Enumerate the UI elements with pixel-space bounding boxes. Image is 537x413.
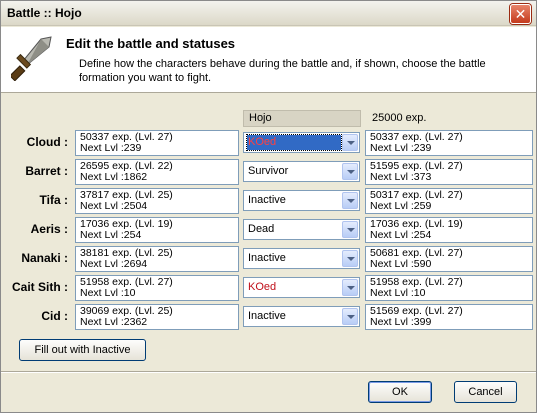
exp-reward-header: 25000 exp. <box>372 112 427 124</box>
header-panel: Edit the battle and statuses Define how … <box>1 27 536 93</box>
next-level-after: Next Lvl :590 <box>370 258 432 270</box>
status-value: KOed <box>246 134 342 151</box>
next-level-before: Next Lvl :2504 <box>80 200 148 212</box>
exp-before-box: 39069 exp. (Lvl. 25) Next Lvl :2362 <box>75 304 239 330</box>
exp-after-box: 51958 exp. (Lvl. 27) Next Lvl :10 <box>365 275 533 301</box>
window-title: Battle :: Hojo <box>7 6 82 20</box>
chevron-down-icon[interactable] <box>342 250 358 267</box>
next-level-before: Next Lvl :2694 <box>80 258 148 270</box>
next-level-after: Next Lvl :259 <box>370 200 432 212</box>
character-name: Barret : <box>25 164 68 178</box>
exp-before-box: 37817 exp. (Lvl. 25) Next Lvl :2504 <box>75 188 239 214</box>
close-button[interactable]: ✕ <box>510 4 531 24</box>
exp-before-box: 17036 exp. (Lvl. 19) Next Lvl :254 <box>75 217 239 243</box>
header-description: Define how the characters behave during … <box>79 58 486 84</box>
exp-after-box: 51595 exp. (Lvl. 27) Next Lvl :373 <box>365 159 533 185</box>
status-select[interactable]: KOed <box>243 277 360 298</box>
cancel-button[interactable]: Cancel <box>454 381 517 403</box>
exp-before-box: 50337 exp. (Lvl. 27) Next Lvl :239 <box>75 130 239 156</box>
exp-after-box: 51569 exp. (Lvl. 27) Next Lvl :399 <box>365 304 533 330</box>
next-level-after: Next Lvl :10 <box>370 287 426 299</box>
character-name: Cloud : <box>26 135 68 149</box>
status-value: Inactive <box>248 252 286 264</box>
next-level-before: Next Lvl :2362 <box>80 316 148 328</box>
fill-inactive-button[interactable]: Fill out with Inactive <box>19 339 146 361</box>
title-bar[interactable]: Battle :: Hojo ✕ <box>1 1 536 26</box>
character-name: Cait Sith : <box>12 280 68 294</box>
chevron-down-icon[interactable] <box>342 134 358 151</box>
character-name: Nanaki : <box>21 251 68 265</box>
exp-before-box: 38181 exp. (Lvl. 25) Next Lvl :2694 <box>75 246 239 272</box>
status-value: KOed <box>248 281 277 293</box>
exp-before-box: 26595 exp. (Lvl. 22) Next Lvl :1862 <box>75 159 239 185</box>
battle-name-header: Hojo <box>243 110 361 127</box>
chevron-down-icon[interactable] <box>342 192 358 209</box>
status-select[interactable]: Inactive <box>243 248 360 269</box>
character-name: Aeris : <box>30 222 68 236</box>
header-title: Edit the battle and statuses <box>66 36 236 51</box>
close-icon: ✕ <box>514 6 527 22</box>
next-level-after: Next Lvl :239 <box>370 142 432 154</box>
chevron-down-icon[interactable] <box>342 163 358 180</box>
status-select[interactable]: Inactive <box>243 306 360 327</box>
next-level-after: Next Lvl :373 <box>370 171 432 183</box>
exp-after-box: 50681 exp. (Lvl. 27) Next Lvl :590 <box>365 246 533 272</box>
ok-button[interactable]: OK <box>368 381 432 403</box>
chevron-down-icon[interactable] <box>342 308 358 325</box>
next-level-before: Next Lvl :239 <box>80 142 142 154</box>
chevron-down-icon[interactable] <box>342 221 358 238</box>
status-value: Inactive <box>248 310 286 322</box>
exp-after-box: 17036 exp. (Lvl. 19) Next Lvl :254 <box>365 217 533 243</box>
next-level-before: Next Lvl :10 <box>80 287 136 299</box>
next-level-before: Next Lvl :254 <box>80 229 142 241</box>
chevron-down-icon[interactable] <box>342 279 358 296</box>
exp-before-box: 51958 exp. (Lvl. 27) Next Lvl :10 <box>75 275 239 301</box>
sword-icon <box>11 36 52 81</box>
status-value: Inactive <box>248 194 286 206</box>
status-value: Survivor <box>248 165 289 177</box>
next-level-after: Next Lvl :399 <box>370 316 432 328</box>
exp-after-box: 50337 exp. (Lvl. 27) Next Lvl :239 <box>365 130 533 156</box>
bottom-separator <box>1 371 536 373</box>
status-select[interactable]: KOed <box>243 132 360 153</box>
character-name: Tifa : <box>39 193 68 207</box>
battle-dialog: Battle :: Hojo ✕ Edit the battle and sta… <box>0 0 537 413</box>
character-name: Cid : <box>41 309 68 323</box>
status-select[interactable]: Dead <box>243 219 360 240</box>
status-select[interactable]: Inactive <box>243 190 360 211</box>
next-level-before: Next Lvl :1862 <box>80 171 148 183</box>
status-select[interactable]: Survivor <box>243 161 360 182</box>
status-value: Dead <box>248 223 275 235</box>
next-level-after: Next Lvl :254 <box>370 229 432 241</box>
exp-after-box: 50317 exp. (Lvl. 27) Next Lvl :259 <box>365 188 533 214</box>
